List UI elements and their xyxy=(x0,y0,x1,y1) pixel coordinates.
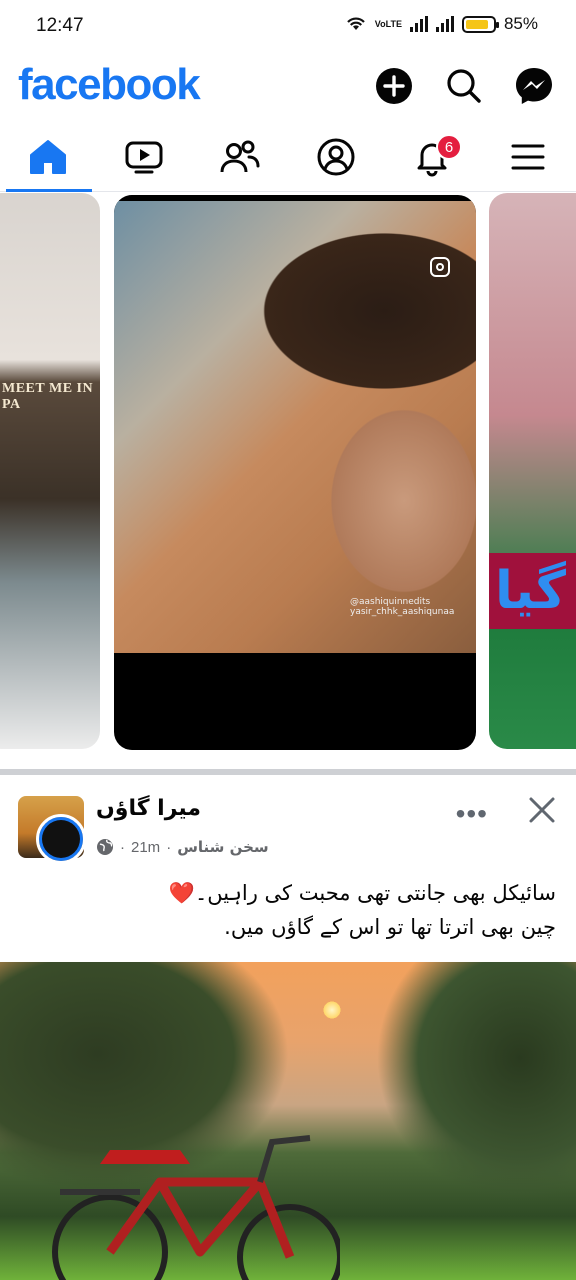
plus-icon xyxy=(376,68,412,104)
reels-row: MEET ME IN PA @aashiquinnedits yasir_chh… xyxy=(0,193,576,761)
messenger-icon xyxy=(516,68,552,104)
wifi-icon xyxy=(346,17,365,30)
battery-icon xyxy=(461,15,499,33)
active-tab-indicator xyxy=(6,189,92,192)
messenger-button[interactable] xyxy=(514,66,554,106)
status-time: 12:47 xyxy=(36,15,84,36)
signal-icon-2 xyxy=(435,16,454,32)
post-text-line-1: سائیکل بھی جانتی تھی محبت کی راہیں۔❤️ xyxy=(168,881,556,905)
globe-icon xyxy=(97,839,113,855)
author-avatar[interactable] xyxy=(36,814,86,864)
reel-watermark: @aashiquinnedits yasir_chhk_aashiqunaa xyxy=(350,597,455,617)
post-meta: · 21m · سخن شناس xyxy=(96,838,269,856)
tab-menu[interactable] xyxy=(498,132,558,182)
signal-icon xyxy=(409,16,428,32)
search-icon xyxy=(447,69,481,103)
close-icon[interactable] xyxy=(526,794,558,826)
reel-card-main[interactable]: @aashiquinnedits yasir_chhk_aashiqunaa xyxy=(114,195,476,750)
separator-dot: · xyxy=(120,838,125,856)
battery-percent: 85% xyxy=(503,14,538,33)
reel-card-right[interactable]: گیا xyxy=(489,193,576,749)
tab-home[interactable] xyxy=(18,132,78,182)
app-header: facebook xyxy=(0,56,576,120)
post-text: سائیکل بھی جانتی تھی محبت کی راہیں۔❤️ چی… xyxy=(16,876,556,944)
reel-main-photo xyxy=(114,201,476,653)
more-options-button[interactable]: ••• xyxy=(456,798,488,830)
bicycle-image xyxy=(52,1135,340,1280)
video-icon xyxy=(125,141,163,174)
page-name[interactable]: میرا گاؤں xyxy=(96,796,201,821)
tab-profile[interactable] xyxy=(306,132,366,182)
home-icon xyxy=(30,140,66,174)
post-image[interactable] xyxy=(0,962,576,1280)
post-time[interactable]: 21m xyxy=(131,839,160,856)
status-icons: VoLTE 85% xyxy=(345,14,538,34)
battery-fill xyxy=(465,19,489,29)
reel-sign-text: MEET ME IN PA xyxy=(2,381,94,412)
tree-right xyxy=(376,962,576,1202)
notification-badge: 6 xyxy=(436,134,462,160)
post-author[interactable]: سخن شناس xyxy=(177,838,269,856)
tab-notifications[interactable]: 6 xyxy=(402,132,462,182)
facebook-logo[interactable]: facebook xyxy=(18,60,201,110)
search-button[interactable] xyxy=(444,66,484,106)
profile-icon xyxy=(317,138,355,176)
tab-friends[interactable] xyxy=(210,132,270,182)
menu-icon xyxy=(511,144,545,170)
volte-label: VoLTE xyxy=(374,18,402,29)
friends-icon xyxy=(220,140,260,173)
separator-dot: · xyxy=(166,838,172,856)
status-bar: 12:47 VoLTE 85% xyxy=(0,0,576,52)
tab-video[interactable] xyxy=(114,132,174,182)
post-text-line-2: چین بھی اترتا تھا تو اس کے گاؤں میں. xyxy=(224,915,556,939)
post-header: میرا گاؤں · 21m · سخن شناس ••• xyxy=(0,790,576,864)
feed-divider xyxy=(0,769,576,775)
nav-tabs: 6 xyxy=(0,124,576,192)
reel-card-left[interactable]: MEET ME IN PA xyxy=(0,193,100,749)
create-button[interactable] xyxy=(374,66,414,106)
reel-right-banner: گیا xyxy=(489,553,576,629)
instagram-icon xyxy=(430,257,450,277)
